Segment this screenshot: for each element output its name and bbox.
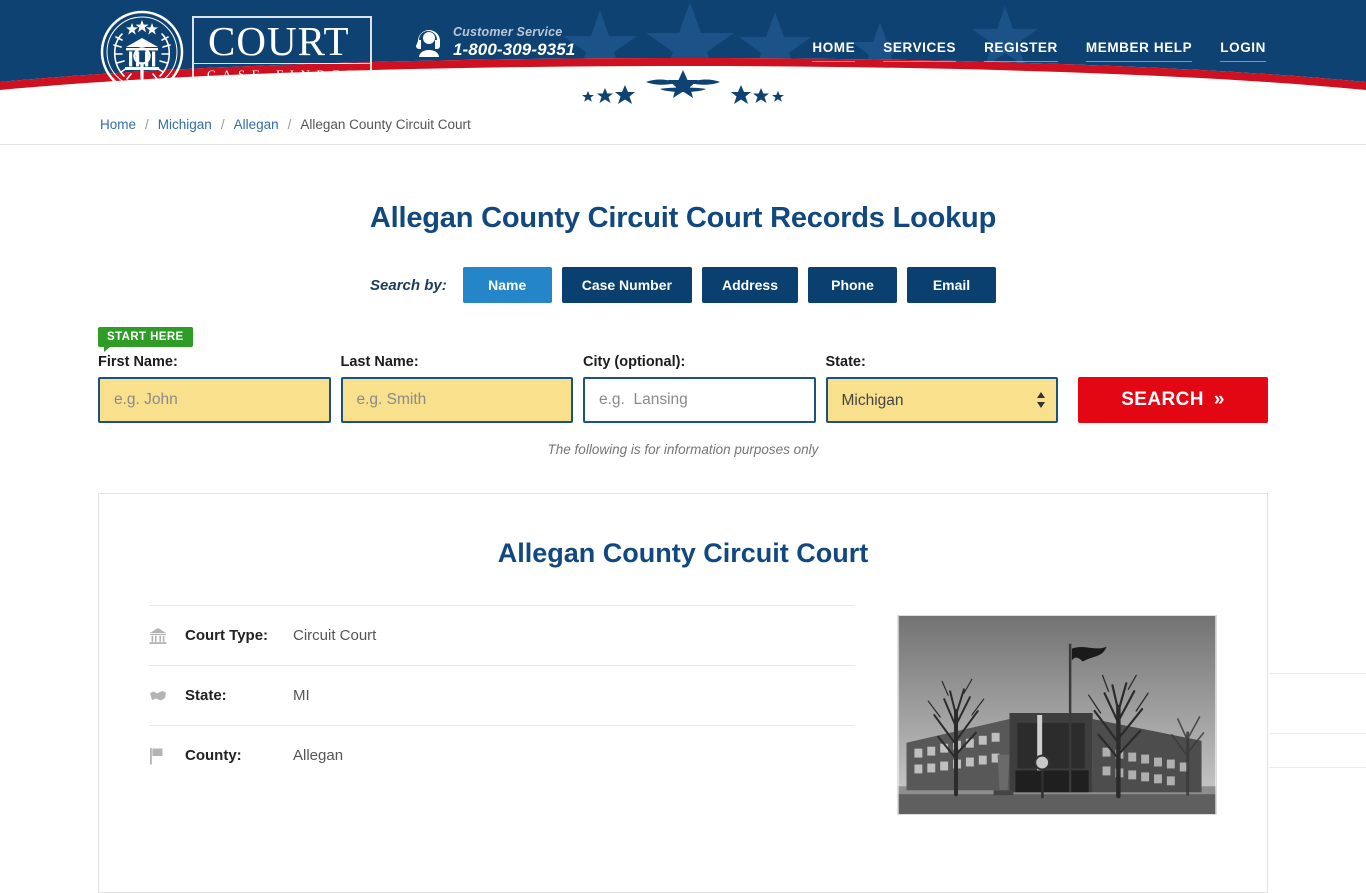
- last-name-field-group: Last Name:: [340, 354, 573, 423]
- customer-service-label: Customer Service: [452, 25, 563, 39]
- site-header: COURT CASE FINDER Customer Service 1-800…: [0, 0, 1366, 104]
- detail-label-court-type: Court Type:: [185, 626, 269, 644]
- breadcrumb-item-michigan[interactable]: Michigan: [158, 117, 212, 132]
- detail-value-county: Allegan: [293, 747, 344, 764]
- breadcrumb-separator: /: [287, 116, 292, 132]
- search-type-tabs: Search by: Name Case Number Address Phon…: [0, 267, 1366, 303]
- nav-item-login[interactable]: LOGIN: [1220, 40, 1266, 62]
- detail-label-state: State:: [185, 686, 227, 704]
- logo-title: COURT: [192, 15, 372, 63]
- tab-case-number[interactable]: Case Number: [561, 267, 692, 303]
- breadcrumb-separator: /: [220, 116, 225, 132]
- customer-service-block: Customer Service 1-800-309-9351: [414, 25, 575, 59]
- court-photo-wrapper: [897, 605, 1217, 815]
- search-by-label: Search by:: [370, 276, 447, 294]
- table-row: County: Allegan: [149, 725, 855, 785]
- breadcrumb-item-current: Allegan County Circuit Court: [300, 116, 471, 132]
- table-row: Court Type: Circuit Court: [149, 605, 855, 665]
- nav-item-home[interactable]: HOME: [812, 40, 856, 62]
- table-row: State: MI: [149, 665, 855, 725]
- first-name-label: First Name:: [98, 354, 178, 370]
- search-form: START HERE First Name: Last Name: City (…: [0, 325, 1366, 423]
- disclaimer-text: The following is for information purpose…: [547, 442, 819, 457]
- court-info-card: Allegan County Circuit Court Court Type:: [98, 493, 1268, 893]
- customer-service-phone[interactable]: 1-800-309-9351: [453, 41, 575, 59]
- tab-address[interactable]: Address: [701, 267, 798, 303]
- last-name-label: Last Name:: [340, 354, 419, 370]
- first-name-field-group: First Name:: [98, 354, 331, 423]
- nav-item-register[interactable]: REGISTER: [984, 40, 1058, 62]
- detail-value-state: MI: [293, 687, 310, 704]
- court-card-title: Allegan County Circuit Court: [497, 538, 869, 568]
- search-button-label: SEARCH: [1121, 389, 1204, 410]
- start-here-badge: START HERE: [98, 327, 193, 352]
- main-navigation: HOME SERVICES REGISTER MEMBER HELP LOGIN: [812, 40, 1266, 62]
- last-name-input[interactable]: [340, 377, 573, 423]
- detail-label-county: County:: [185, 746, 242, 764]
- search-button[interactable]: SEARCH »: [1078, 377, 1268, 423]
- logo-subtitle: CASE FINDER: [192, 62, 372, 89]
- tab-email[interactable]: Email: [907, 267, 996, 303]
- map-icon: [149, 689, 185, 703]
- bank-icon: [149, 627, 185, 645]
- city-input[interactable]: [583, 377, 816, 423]
- page-title: Allegan County Circuit Court Records Loo…: [369, 202, 997, 234]
- state-select[interactable]: Michigan: [825, 377, 1058, 423]
- state-field-group: State: Michigan: [825, 354, 1058, 423]
- detail-value-court-type: Circuit Court: [293, 627, 377, 644]
- breadcrumb-item-allegan[interactable]: Allegan: [234, 117, 279, 132]
- site-logo[interactable]: COURT CASE FINDER: [100, 10, 372, 94]
- overflow-table-fragment: [1269, 493, 1366, 768]
- nav-item-services[interactable]: SERVICES: [883, 40, 957, 62]
- courthouse-photo: [897, 615, 1217, 815]
- nav-item-member-help[interactable]: MEMBER HELP: [1085, 40, 1193, 62]
- breadcrumb-item-home[interactable]: Home: [100, 117, 136, 132]
- breadcrumb-separator: /: [145, 116, 149, 132]
- first-name-input[interactable]: [98, 377, 331, 423]
- tab-name[interactable]: Name: [462, 267, 552, 303]
- city-label: City (optional):: [583, 354, 686, 370]
- city-field-group: City (optional):: [583, 354, 816, 423]
- breadcrumb: Home / Michigan / Allegan / Allegan Coun…: [0, 104, 1366, 145]
- tab-phone[interactable]: Phone: [808, 267, 897, 303]
- headset-support-icon: [415, 30, 440, 58]
- double-chevron-right-icon: »: [1213, 389, 1225, 410]
- court-details-table: Court Type: Circuit Court State: MI Coun…: [149, 605, 855, 815]
- flag-icon: [149, 747, 185, 765]
- court-seal-icon: [100, 10, 184, 94]
- state-label: State:: [825, 354, 866, 370]
